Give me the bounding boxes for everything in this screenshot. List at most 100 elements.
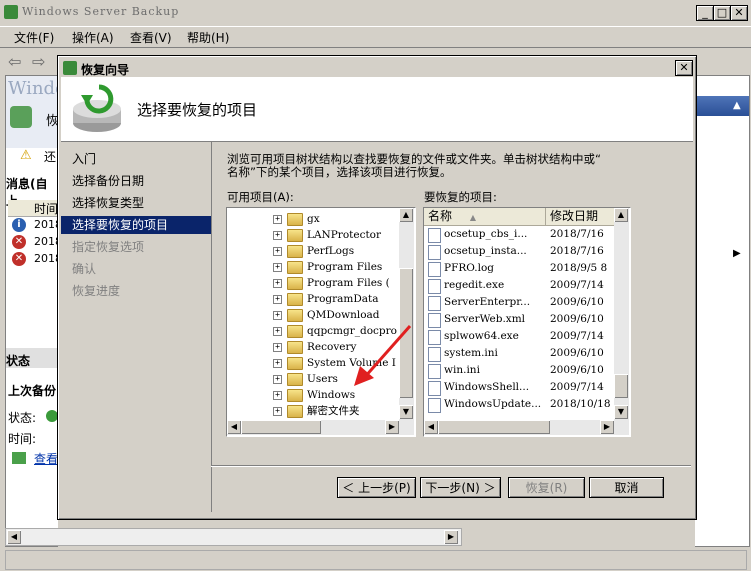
expand-icon[interactable]: +	[273, 263, 282, 272]
message-row[interactable]: ✕ 2018	[6, 234, 62, 251]
menu-action[interactable]: 操作(A)	[72, 29, 114, 46]
menu-view[interactable]: 查看(V)	[130, 29, 172, 46]
tree-item[interactable]: + ProgramData	[227, 291, 402, 307]
file-name: ServerEnterpr...	[444, 296, 531, 308]
list-header: 名称 ▲ 修改日期	[424, 208, 614, 226]
scroll-right-button[interactable]: ▶	[444, 530, 458, 544]
tree-item[interactable]: + LANProtector	[227, 227, 402, 243]
minimize-button[interactable]: _	[696, 5, 714, 21]
file-rows: ocsetup_cbs_i... 2018/7/16 ocsetup_insta..…	[424, 226, 614, 420]
dialog-title-bar: 恢复向导 ✕	[61, 59, 693, 77]
file-row[interactable]: win.ini 2009/6/10	[424, 362, 614, 379]
restore-button: 恢复(R)	[508, 477, 585, 498]
recovery-wizard-dialog: 恢复向导 ✕ 选择要恢复的项目 入门 选择备份日期 选择恢复类型 选择要恢复的项…	[57, 55, 697, 520]
file-row[interactable]: WindowsUpdate... 2018/10/18	[424, 396, 614, 413]
tree-item-label: 解密文件夹	[307, 405, 360, 417]
available-items-label: 可用项目(A):	[227, 190, 294, 204]
file-row[interactable]: ServerEnterpr... 2009/6/10	[424, 294, 614, 311]
dialog-title: 恢复向导	[81, 63, 130, 77]
tree-item-label: Users	[307, 373, 338, 385]
file-icon	[428, 364, 441, 379]
scroll-left-button[interactable]: ◀	[227, 420, 241, 434]
menu-file[interactable]: 文件(F)	[14, 29, 54, 46]
scroll-thumb[interactable]	[614, 374, 628, 398]
expand-icon[interactable]: +	[273, 279, 282, 288]
sort-ascending-icon: ▲	[469, 213, 476, 222]
view-link[interactable]: 查看	[34, 450, 58, 467]
step-select-backup-date[interactable]: 选择备份日期	[61, 172, 211, 190]
step-select-recovery-type[interactable]: 选择恢复类型	[61, 194, 211, 212]
list-vertical-scrollbar[interactable]: ▲ ▼	[614, 208, 629, 420]
cancel-button[interactable]: 取消	[589, 477, 664, 498]
scroll-left-button[interactable]: ◀	[424, 420, 438, 434]
last-backup-label: 上次备份	[8, 384, 57, 398]
scroll-thumb[interactable]	[241, 420, 321, 434]
scroll-up-button[interactable]: ▲	[399, 208, 413, 222]
expand-icon[interactable]: +	[273, 231, 282, 240]
scroll-right-button[interactable]: ▶	[385, 420, 399, 434]
file-modified: 2009/7/14	[550, 381, 604, 393]
file-row[interactable]: ocsetup_insta... 2018/7/16	[424, 243, 614, 260]
menu-help[interactable]: 帮助(H)	[187, 29, 229, 46]
file-name: win.ini	[444, 364, 480, 376]
message-row[interactable]: i 2018	[6, 217, 62, 234]
message-row[interactable]: ✕ 2018	[6, 251, 62, 268]
forward-arrow-icon[interactable]: ⇨	[32, 52, 45, 71]
collapse-icon[interactable]: ▲	[733, 100, 741, 111]
dialog-close-button[interactable]: ✕	[675, 60, 693, 76]
file-name: regedit.exe	[444, 279, 505, 291]
file-row[interactable]: WindowsShell... 2009/7/14	[424, 379, 614, 396]
expand-icon[interactable]: +	[273, 359, 282, 368]
file-row[interactable]: system.ini 2009/6/10	[424, 345, 614, 362]
step-getting-started[interactable]: 入门	[61, 150, 211, 168]
expand-icon[interactable]: +	[273, 407, 282, 416]
file-name: PFRO.log	[444, 262, 494, 274]
file-row[interactable]: regedit.exe 2009/7/14	[424, 277, 614, 294]
list-horizontal-scrollbar[interactable]: ◀ ▶	[424, 420, 629, 435]
scroll-down-button[interactable]: ▼	[614, 405, 628, 419]
submenu-arrow-icon[interactable]: ▶	[733, 248, 741, 259]
file-row[interactable]: ocsetup_cbs_i... 2018/7/16	[424, 226, 614, 243]
tree-item[interactable]: + 解密文件夹	[227, 403, 402, 419]
tree-horizontal-scrollbar[interactable]: ◀ ▶	[227, 420, 414, 435]
description-line-2: 名称”下的某个项目，选择该项目进行恢复。	[227, 165, 452, 179]
back-button[interactable]: ＜ 上一步(P)	[337, 477, 416, 498]
file-modified: 2018/7/16	[550, 245, 604, 257]
scroll-right-button[interactable]: ▶	[600, 420, 614, 434]
scroll-left-button[interactable]: ◀	[7, 530, 21, 544]
scroll-down-button[interactable]: ▼	[399, 405, 413, 419]
file-row[interactable]: PFRO.log 2018/9/5 8	[424, 260, 614, 277]
step-specify-options: 指定恢复选项	[72, 240, 145, 254]
tree-item-label: LANProtector	[307, 229, 382, 241]
maximize-button[interactable]: □	[713, 5, 731, 21]
file-modified: 2009/7/14	[550, 279, 604, 291]
column-name[interactable]: 名称 ▲	[424, 208, 546, 225]
expand-icon[interactable]: +	[273, 375, 282, 384]
scroll-thumb[interactable]	[438, 420, 550, 434]
tree-item[interactable]: + Program Files	[227, 259, 402, 275]
expand-icon[interactable]: +	[273, 215, 282, 224]
tree-item[interactable]: + gx	[227, 211, 402, 227]
step-select-items[interactable]: 选择要恢复的项目	[61, 216, 211, 234]
close-button[interactable]: ✕	[730, 5, 748, 21]
items-to-restore-list[interactable]: 名称 ▲ 修改日期 ocsetup_cbs_i... 2018/7/16 ocset…	[423, 207, 631, 437]
expand-icon[interactable]: +	[273, 311, 282, 320]
expand-icon[interactable]: +	[273, 343, 282, 352]
back-arrow-icon[interactable]: ⇦	[8, 52, 21, 71]
tree-item[interactable]: + PerfLogs	[227, 243, 402, 259]
file-row[interactable]: ServerWeb.xml 2009/6/10	[424, 311, 614, 328]
folder-icon	[287, 325, 303, 338]
next-button[interactable]: 下一步(N) ＞	[420, 477, 501, 498]
scroll-up-button[interactable]: ▲	[614, 208, 628, 222]
main-horizontal-scrollbar[interactable]: ◀ ▶	[5, 528, 462, 546]
file-row[interactable]: splwow64.exe 2009/7/14	[424, 328, 614, 345]
expand-icon[interactable]: +	[273, 295, 282, 304]
file-name: system.ini	[444, 347, 498, 359]
expand-icon[interactable]: +	[273, 391, 282, 400]
expand-icon[interactable]: +	[273, 327, 282, 336]
file-icon	[428, 398, 441, 413]
file-icon	[428, 330, 441, 345]
tree-item[interactable]: + Program Files (	[227, 275, 402, 291]
expand-icon[interactable]: +	[273, 247, 282, 256]
column-modified[interactable]: 修改日期	[550, 208, 598, 225]
